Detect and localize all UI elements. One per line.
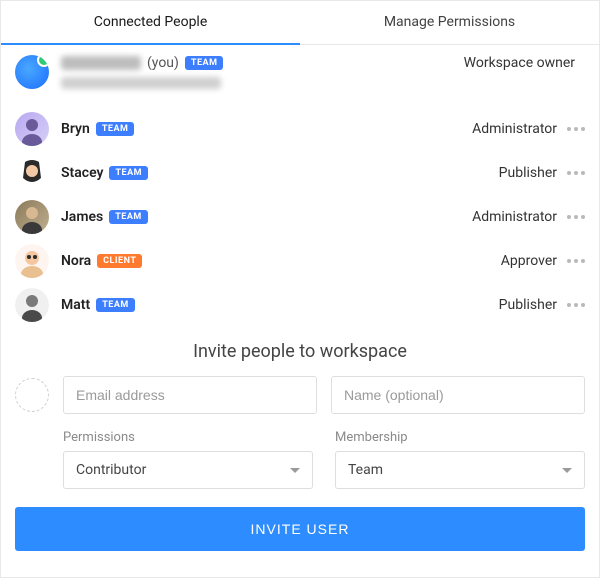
avatar	[15, 244, 49, 278]
membership-badge: TEAM	[96, 122, 135, 136]
avatar-owner	[15, 55, 49, 89]
role-label: Administrator	[472, 121, 557, 137]
permissions-label: Permissions	[63, 430, 313, 445]
name-field[interactable]	[331, 376, 585, 414]
person-name: Stacey	[61, 165, 103, 181]
email-field[interactable]	[63, 376, 317, 414]
membership-badge: TEAM	[96, 298, 135, 312]
person-name: Nora	[61, 253, 91, 269]
person-row-owner: (you) TEAM Workspace owner	[15, 53, 585, 107]
membership-badge: CLIENT	[97, 254, 142, 268]
person-row: Bryn TEAM Administrator	[15, 107, 585, 151]
more-icon[interactable]	[567, 127, 585, 131]
owner-name-redacted	[61, 56, 141, 70]
person-name: Bryn	[61, 121, 90, 137]
permissions-value: Contributor	[76, 462, 146, 478]
you-suffix: (you)	[147, 55, 179, 71]
chevron-down-icon	[290, 468, 300, 473]
invite-section: Invite people to workspace Permissions C…	[1, 327, 599, 489]
membership-badge: TEAM	[185, 56, 224, 70]
avatar	[15, 156, 49, 190]
tab-manage-permissions[interactable]: Manage Permissions	[300, 1, 599, 44]
membership-label: Membership	[335, 430, 585, 445]
role-label: Administrator	[472, 209, 557, 225]
person-row: Matt TEAM Publisher	[15, 283, 585, 327]
role-label: Publisher	[499, 297, 557, 313]
chevron-down-icon	[562, 468, 572, 473]
more-icon[interactable]	[567, 303, 585, 307]
owner-email-redacted	[61, 77, 221, 89]
invite-title: Invite people to workspace	[15, 341, 585, 362]
avatar	[15, 288, 49, 322]
avatar	[15, 200, 49, 234]
membership-badge: TEAM	[109, 210, 148, 224]
invite-user-button[interactable]: INVITE USER	[15, 507, 585, 551]
person-row: James TEAM Administrator	[15, 195, 585, 239]
tabs: Connected People Manage Permissions	[1, 1, 599, 45]
person-name: James	[61, 209, 103, 225]
person-row: Stacey TEAM Publisher	[15, 151, 585, 195]
permissions-select[interactable]: Contributor	[63, 451, 313, 489]
more-icon[interactable]	[567, 171, 585, 175]
role-label: Workspace owner	[464, 55, 575, 71]
more-icon[interactable]	[567, 215, 585, 219]
membership-badge: TEAM	[109, 166, 148, 180]
invite-avatar-placeholder	[15, 378, 49, 412]
person-name: Matt	[61, 297, 90, 313]
people-list: (you) TEAM Workspace owner Bryn TEAM Adm…	[1, 45, 599, 327]
membership-value: Team	[348, 462, 383, 478]
membership-select[interactable]: Team	[335, 451, 585, 489]
more-icon[interactable]	[567, 259, 585, 263]
role-label: Approver	[501, 253, 557, 269]
role-label: Publisher	[499, 165, 557, 181]
tab-connected-people[interactable]: Connected People	[1, 1, 300, 44]
avatar	[15, 112, 49, 146]
person-row: Nora CLIENT Approver	[15, 239, 585, 283]
